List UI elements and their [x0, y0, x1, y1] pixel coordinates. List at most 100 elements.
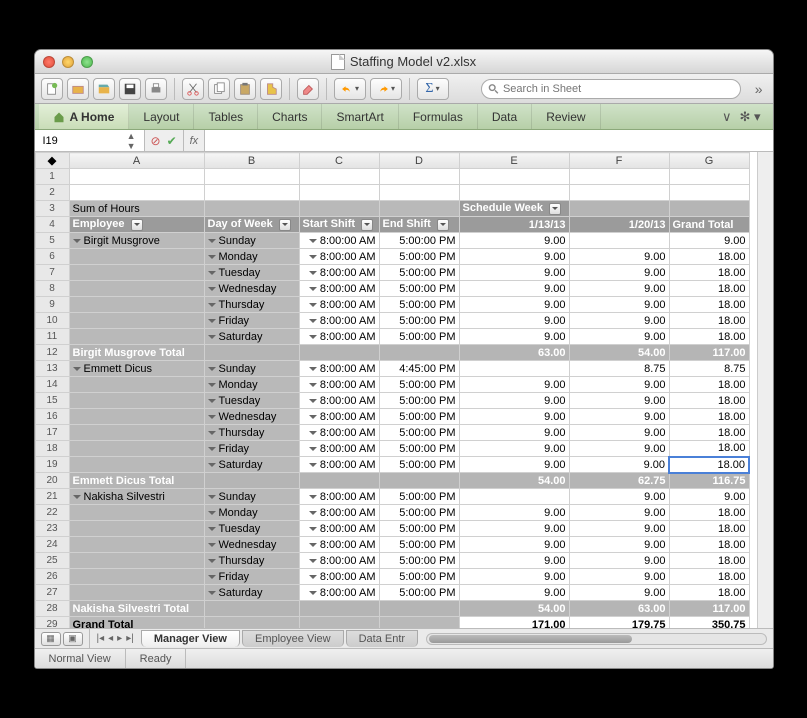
collapse-icon[interactable] — [208, 367, 216, 375]
col-header-A[interactable]: A — [69, 153, 204, 169]
start-cell[interactable]: 8:00:00 AM — [299, 409, 379, 425]
val2-cell[interactable] — [569, 233, 669, 249]
day-cell[interactable]: Sunday — [204, 361, 299, 377]
employee-name[interactable]: Nakisha Silvestri — [69, 489, 204, 505]
collapse-icon[interactable] — [309, 287, 317, 295]
val2-cell[interactable]: 9.00 — [569, 489, 669, 505]
row-header[interactable]: 29 — [35, 617, 69, 629]
row-header[interactable]: 5 — [35, 233, 69, 249]
print-button[interactable] — [145, 78, 167, 100]
end-cell[interactable]: 5:00:00 PM — [379, 393, 459, 409]
gt-cell[interactable]: 18.00 — [669, 313, 749, 329]
spreadsheet-grid[interactable]: ◆ABCDEFG123 Sum of Hours Schedule Week 4… — [35, 152, 757, 628]
ribbon-tab-review[interactable]: Review — [532, 104, 600, 129]
val1-cell[interactable]: 9.00 — [459, 265, 569, 281]
val1-cell[interactable] — [459, 361, 569, 377]
search-box[interactable] — [481, 79, 741, 99]
sheet-tab-manager-view[interactable]: Manager View — [141, 630, 240, 647]
cell[interactable] — [669, 185, 749, 201]
gt-cell[interactable]: 18.00 — [669, 505, 749, 521]
row-header[interactable]: 19 — [35, 457, 69, 473]
row-header[interactable]: 25 — [35, 553, 69, 569]
collapse-icon[interactable] — [208, 415, 216, 423]
gt-cell[interactable]: 9.00 — [669, 489, 749, 505]
row-header[interactable]: 20 — [35, 473, 69, 489]
gt-cell[interactable]: 18.00 — [669, 537, 749, 553]
col-header-F[interactable]: F — [569, 153, 669, 169]
day-cell[interactable]: Saturday — [204, 457, 299, 473]
vertical-scrollbar[interactable] — [757, 152, 773, 628]
collapse-icon[interactable] — [309, 543, 317, 551]
sheet-last[interactable]: ▸| — [125, 633, 135, 644]
val1-cell[interactable]: 9.00 — [459, 537, 569, 553]
start-cell[interactable]: 8:00:00 AM — [299, 457, 379, 473]
row-header[interactable]: 10 — [35, 313, 69, 329]
val2-cell[interactable]: 9.00 — [569, 249, 669, 265]
end-cell[interactable]: 5:00:00 PM — [379, 313, 459, 329]
history-button[interactable] — [93, 78, 115, 100]
val2-cell[interactable]: 9.00 — [569, 521, 669, 537]
end-header[interactable]: End Shift — [379, 217, 459, 233]
start-cell[interactable]: 8:00:00 AM — [299, 521, 379, 537]
row-header[interactable]: 27 — [35, 585, 69, 601]
employee-header[interactable]: Employee — [69, 217, 204, 233]
end-cell[interactable]: 5:00:00 PM — [379, 265, 459, 281]
val1-cell[interactable]: 9.00 — [459, 585, 569, 601]
start-header[interactable]: Start Shift — [299, 217, 379, 233]
date2-header[interactable]: 1/20/13 — [569, 217, 669, 233]
schedule-week-header[interactable]: Schedule Week — [459, 201, 569, 217]
sheet-first[interactable]: |◂ — [96, 633, 106, 644]
gt-cell[interactable]: 8.75 — [669, 361, 749, 377]
start-cell[interactable]: 8:00:00 AM — [299, 393, 379, 409]
val2-cell[interactable]: 9.00 — [569, 569, 669, 585]
collapse-icon[interactable] — [309, 303, 317, 311]
collapse-icon[interactable] — [208, 527, 216, 535]
cell[interactable] — [379, 169, 459, 185]
cell[interactable] — [459, 185, 569, 201]
val1-cell[interactable]: 9.00 — [459, 425, 569, 441]
row-header[interactable]: 2 — [35, 185, 69, 201]
dow-header[interactable]: Day of Week — [204, 217, 299, 233]
collapse-icon[interactable] — [309, 591, 317, 599]
end-cell[interactable]: 5:00:00 PM — [379, 553, 459, 569]
collapse-icon[interactable] — [208, 591, 216, 599]
collapse-icon[interactable] — [208, 319, 216, 327]
collapse-icon[interactable] — [309, 415, 317, 423]
end-cell[interactable]: 5:00:00 PM — [379, 521, 459, 537]
sheet-prev[interactable]: ◂ — [107, 633, 114, 644]
gt-cell[interactable]: 18.00 — [669, 329, 749, 345]
end-cell[interactable]: 5:00:00 PM — [379, 585, 459, 601]
gt-cell[interactable]: 18.00 — [669, 249, 749, 265]
end-cell[interactable]: 5:00:00 PM — [379, 297, 459, 313]
undo-button[interactable]: ▾ — [334, 78, 366, 100]
day-cell[interactable]: Monday — [204, 249, 299, 265]
sheet-next[interactable]: ▸ — [116, 633, 123, 644]
filter-icon[interactable] — [437, 219, 449, 231]
collapse-icon[interactable] — [208, 511, 216, 519]
cell[interactable] — [569, 185, 669, 201]
day-cell[interactable]: Sunday — [204, 489, 299, 505]
start-cell[interactable]: 8:00:00 AM — [299, 265, 379, 281]
end-cell[interactable]: 5:00:00 PM — [379, 505, 459, 521]
collapse-icon[interactable] — [309, 335, 317, 343]
sheet-tab-employee-view[interactable]: Employee View — [242, 630, 344, 647]
collapse-icon[interactable] — [309, 367, 317, 375]
collapse-icon[interactable] — [73, 367, 81, 375]
val2-cell[interactable]: 9.00 — [569, 313, 669, 329]
filter-icon[interactable] — [279, 219, 291, 231]
val1-cell[interactable]: 9.00 — [459, 505, 569, 521]
col-header-D[interactable]: D — [379, 153, 459, 169]
row-header[interactable]: 4 — [35, 217, 69, 233]
end-cell[interactable]: 5:00:00 PM — [379, 281, 459, 297]
gt-cell[interactable]: 18.00 — [669, 393, 749, 409]
collapse-icon[interactable] — [208, 463, 216, 471]
ribbon-tab-data[interactable]: Data — [478, 104, 532, 129]
collapse-icon[interactable] — [208, 255, 216, 263]
day-cell[interactable]: Saturday — [204, 585, 299, 601]
val1-cell[interactable] — [459, 489, 569, 505]
val1-cell[interactable]: 9.00 — [459, 457, 569, 473]
gt-cell[interactable]: 18.00 — [669, 281, 749, 297]
collapse-icon[interactable] — [208, 287, 216, 295]
day-cell[interactable]: Thursday — [204, 297, 299, 313]
gt-cell[interactable]: 18.00 — [669, 521, 749, 537]
